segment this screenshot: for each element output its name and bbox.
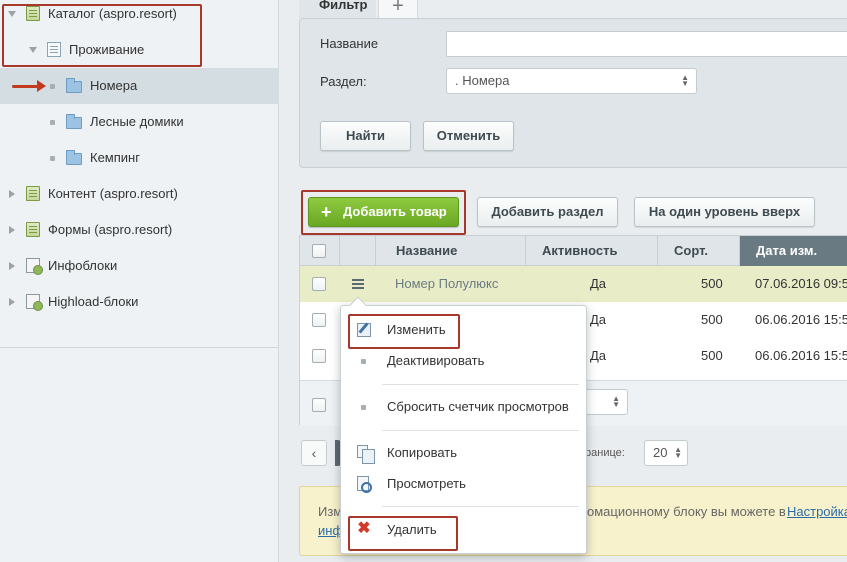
sidebar-item-forest-houses[interactable]: Лесные домики <box>0 104 279 140</box>
row-checkbox[interactable] <box>312 277 326 291</box>
iblock-icon <box>26 258 43 275</box>
annotation-highlight <box>348 516 458 551</box>
annotation-highlight <box>301 190 466 235</box>
note-text-middle: омационному блоку вы можете в <box>587 504 786 519</box>
annotation-highlight <box>348 314 460 349</box>
row-checkbox[interactable] <box>312 349 326 363</box>
view-icon <box>357 476 372 493</box>
bullet-icon <box>50 84 55 89</box>
sidebar-item-label: Инфоблоки <box>48 258 118 273</box>
annotation-arrow-head <box>37 80 46 92</box>
column-header-sort[interactable]: Сорт. <box>658 236 740 266</box>
level-up-button[interactable]: На один уровень вверх <box>634 197 815 227</box>
expand-arrow-icon[interactable] <box>9 262 15 270</box>
bullet-icon <box>361 405 366 410</box>
menu-separator <box>382 430 579 431</box>
bullet-icon <box>361 359 366 364</box>
row-active: Да <box>590 312 607 327</box>
name-input[interactable] <box>446 31 847 57</box>
expand-arrow-icon[interactable] <box>9 226 15 234</box>
column-header-name[interactable]: Название <box>376 236 526 266</box>
catalog-icon <box>26 222 40 237</box>
section-label: Раздел: <box>320 74 367 89</box>
menu-item-deactivate[interactable]: Деактивировать <box>341 346 586 376</box>
tab-filter[interactable]: Фильтр <box>299 0 376 19</box>
highload-icon <box>26 294 43 311</box>
menu-item-label: Деактивировать <box>387 353 485 368</box>
filter-panel: Название Раздел: . Номера ▲ ▼ Найти Отмен… <box>299 18 847 168</box>
footer-checkbox[interactable] <box>312 398 326 412</box>
note-text-start: Изм <box>318 504 343 519</box>
menu-separator <box>382 506 579 507</box>
row-checkbox[interactable] <box>312 313 326 327</box>
note-settings-link[interactable]: Настройка <box>787 504 847 519</box>
menu-item-label: Сбросить счетчик просмотров <box>387 399 569 414</box>
menu-item-reset-views[interactable]: Сбросить счетчик просмотров <box>341 392 586 422</box>
find-button[interactable]: Найти <box>320 121 411 151</box>
row-context-menu: Изменить Деактивировать Сбросить счетчик… <box>340 296 587 554</box>
row-active: Да <box>590 276 607 291</box>
per-page-value: 20 <box>653 445 668 460</box>
expand-arrow-icon[interactable] <box>9 298 15 306</box>
bullet-icon <box>50 120 55 125</box>
select-all-cell <box>300 236 340 266</box>
prev-page-button[interactable]: ‹ <box>301 440 327 466</box>
column-header-date[interactable]: Дата изм. <box>740 236 847 266</box>
copy-icon <box>357 445 375 464</box>
catalog-icon <box>26 186 40 201</box>
sidebar-item-camping[interactable]: Кемпинг <box>0 140 279 176</box>
menu-item-copy[interactable]: Копировать <box>341 438 586 468</box>
menu-item-label: Просмотреть <box>387 476 466 491</box>
column-header-active[interactable]: Активность <box>526 236 658 266</box>
sidebar-divider <box>0 347 279 348</box>
row-sort: 500 <box>701 312 723 327</box>
sidebar: Каталог (aspro.resort) Проживание Номера… <box>0 0 279 562</box>
sidebar-item-label: Кемпинг <box>90 150 140 165</box>
row-menu-icon[interactable] <box>352 279 364 281</box>
section-select-value: . Номера <box>455 73 510 88</box>
add-section-button[interactable]: Добавить раздел <box>477 197 618 227</box>
folder-icon <box>66 150 82 165</box>
row-sort: 500 <box>701 348 723 363</box>
sidebar-item-label: Номера <box>90 78 138 93</box>
sidebar-item-label: Формы (aspro.resort) <box>48 222 173 237</box>
sidebar-item-highload[interactable]: Highload-блоки <box>0 284 279 320</box>
per-page-select[interactable]: 20 ▲ ▼ <box>644 440 688 466</box>
folder-icon <box>66 78 82 93</box>
sidebar-item-forms[interactable]: Формы (aspro.resort) <box>0 212 279 248</box>
select-arrows-icon: ▲ ▼ <box>612 394 620 409</box>
row-date: 06.06.2016 15:5 <box>755 312 847 327</box>
select-all-checkbox[interactable] <box>312 244 326 258</box>
row-active: Да <box>590 348 607 363</box>
actions-header <box>340 236 376 266</box>
select-arrows-icon: ▲ ▼ <box>681 73 689 88</box>
menu-separator <box>382 384 579 385</box>
menu-item-label: Копировать <box>387 445 457 460</box>
annotation-arrow <box>12 85 38 88</box>
name-label: Название <box>320 36 379 51</box>
select-arrows-icon: ▲ ▼ <box>674 445 682 460</box>
table-row[interactable]: Номер Полулюкс Да 500 07.06.2016 09:5 <box>300 266 847 302</box>
bullet-icon <box>50 156 55 161</box>
annotation-highlight <box>2 4 202 67</box>
cancel-button[interactable]: Отменить <box>423 121 514 151</box>
folder-icon <box>66 114 82 129</box>
menu-item-view[interactable]: Просмотреть <box>341 469 586 499</box>
expand-arrow-icon[interactable] <box>9 190 15 198</box>
add-filter-tab-button[interactable]: + <box>378 0 418 19</box>
sidebar-item-label: Контент (aspro.resort) <box>48 186 178 201</box>
sidebar-item-label: Highload-блоки <box>48 294 139 309</box>
sidebar-item-content[interactable]: Контент (aspro.resort) <box>0 176 279 212</box>
row-name-link[interactable]: Номер Полулюкс <box>395 266 498 302</box>
row-date: 07.06.2016 09:5 <box>755 276 847 291</box>
sidebar-item-label: Лесные домики <box>90 114 184 129</box>
row-sort: 500 <box>701 276 723 291</box>
table-header: Название Активность Сорт. Дата изм. <box>300 236 847 266</box>
row-date: 06.06.2016 15:5 <box>755 348 847 363</box>
section-select[interactable]: . Номера ▲ ▼ <box>446 68 697 94</box>
sidebar-item-iblocks[interactable]: Инфоблоки <box>0 248 279 284</box>
